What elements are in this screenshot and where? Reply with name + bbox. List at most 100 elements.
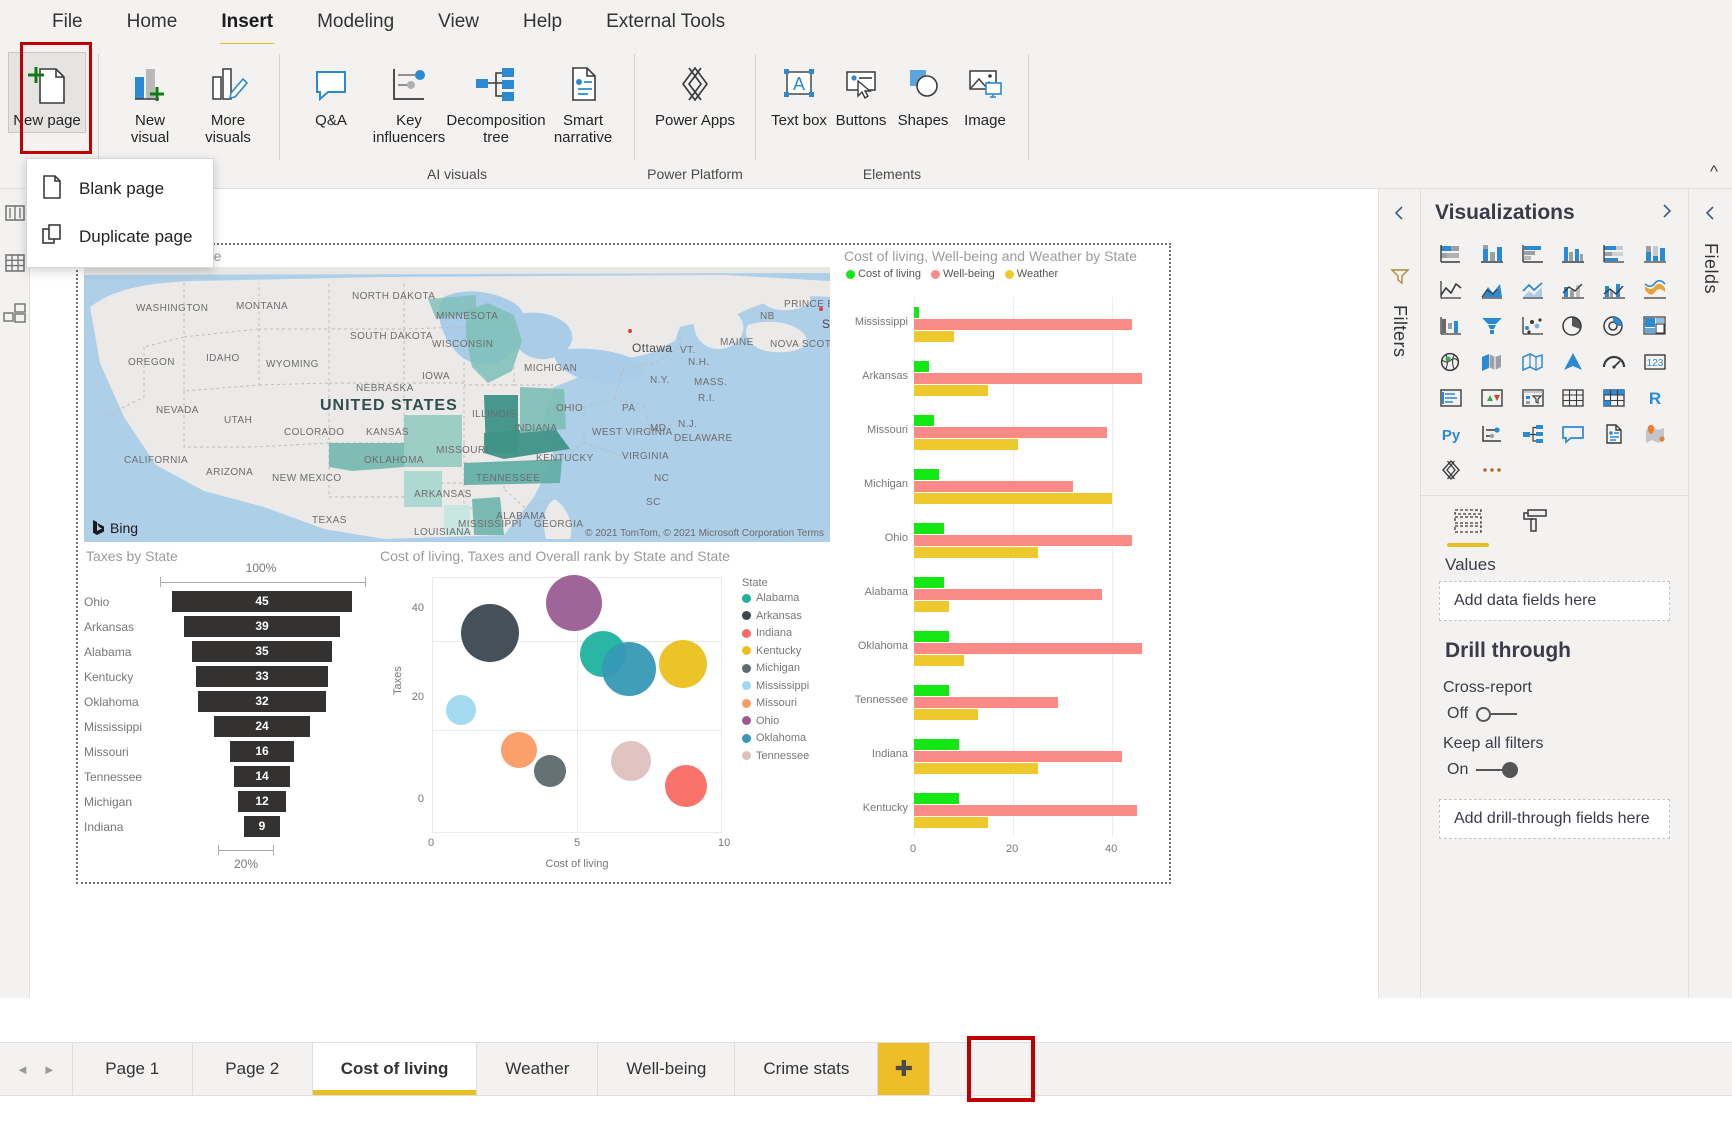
smart-narrative-button[interactable]: Smart narrative (544, 52, 622, 150)
bar-legend-item[interactable]: Weather (1005, 268, 1058, 280)
bar-segment[interactable] (914, 589, 1102, 600)
bar-segment[interactable] (914, 535, 1132, 546)
funnel-bar[interactable]: 14 (234, 766, 290, 788)
ribbon-tab-insert[interactable]: Insert (199, 5, 295, 39)
fields-collapse-icon[interactable] (1703, 205, 1719, 225)
add-page-button[interactable]: ✚ (878, 1043, 930, 1095)
more-options-icon[interactable] (1474, 455, 1510, 485)
page-tab-page-2[interactable]: Page 2 (193, 1043, 313, 1095)
ribbon-collapse-icon[interactable]: ^ (1710, 162, 1718, 182)
bar-segment[interactable] (914, 817, 988, 828)
clustered-bar-chart-icon[interactable] (1515, 239, 1551, 269)
scatter-plot-area[interactable] (432, 577, 722, 832)
treemap-icon[interactable] (1637, 311, 1673, 341)
azure-map-icon[interactable] (1555, 347, 1591, 377)
ribbon-tab-home[interactable]: Home (105, 5, 200, 39)
python-visual-icon[interactable]: Py (1433, 419, 1469, 449)
page-tab-crime-stats[interactable]: Crime stats (735, 1043, 878, 1095)
fields-tab[interactable] (1447, 508, 1489, 547)
bar-segment[interactable] (914, 415, 934, 426)
buttons-button[interactable]: Buttons (830, 52, 892, 133)
bar-segment[interactable] (914, 643, 1142, 654)
funnel-row[interactable]: Missouri16 (80, 739, 370, 764)
fields-pane-collapsed[interactable]: Fields (1688, 189, 1732, 998)
shape-map-icon[interactable] (1515, 347, 1551, 377)
scatter-bubble[interactable] (446, 695, 476, 725)
new-page-button[interactable]: New page (8, 52, 86, 133)
funnel-bar[interactable]: 9 (244, 816, 280, 838)
caret-left-icon[interactable]: ◄ (16, 1062, 29, 1077)
funnel-bar[interactable]: 32 (198, 691, 326, 713)
qna-button[interactable]: Q&A (292, 52, 370, 133)
report-canvas-wrap[interactable]: Cost of living by State (30, 189, 1378, 998)
model-view-icon[interactable] (3, 301, 27, 325)
bar-segment[interactable] (914, 547, 1038, 558)
bar-legend-item[interactable]: Well-being (931, 268, 995, 280)
bar-legend-item[interactable]: Cost of living (846, 268, 921, 280)
bar-segment[interactable] (914, 319, 1132, 330)
bar-segment[interactable] (914, 361, 929, 372)
scatter-legend-item[interactable]: Alabama (742, 592, 834, 604)
scatter-bubble[interactable] (501, 732, 537, 768)
qna-icon[interactable] (1555, 419, 1591, 449)
scatter-bubble[interactable] (461, 604, 519, 662)
ribbon-tab-modeling[interactable]: Modeling (295, 5, 416, 39)
gauge-icon[interactable] (1596, 347, 1632, 377)
stacked-bar-chart-icon[interactable] (1433, 239, 1469, 269)
filters-collapse-icon[interactable] (1392, 205, 1408, 225)
slicer-icon[interactable] (1515, 383, 1551, 413)
funnel-row[interactable]: Kentucky33 (80, 664, 370, 689)
scatter-legend-item[interactable]: Ohio (742, 715, 834, 727)
page-tab-cost-of-living[interactable]: Cost of living (313, 1043, 478, 1095)
scatter-bubble[interactable] (602, 642, 656, 696)
bar-legend[interactable]: Cost of living Well-being Weather (838, 266, 1171, 280)
donut-chart-icon[interactable] (1596, 311, 1632, 341)
bar-segment[interactable] (914, 805, 1137, 816)
scatter-bubble[interactable] (659, 640, 707, 688)
keep-all-filters-toggle[interactable] (1476, 762, 1518, 778)
bar-segment[interactable] (914, 685, 949, 696)
new-visual-button[interactable]: New visual (111, 52, 189, 150)
table-icon[interactable] (1555, 383, 1591, 413)
scatter-legend[interactable]: State AlabamaArkansasIndianaKentuckyMich… (742, 577, 834, 767)
key-influencers-button[interactable]: Key influencers (370, 52, 448, 150)
filled-map-icon[interactable] (1474, 347, 1510, 377)
funnel-bar[interactable]: 12 (238, 791, 286, 813)
bar-segment[interactable] (914, 385, 988, 396)
funnel-chart-icon[interactable] (1474, 311, 1510, 341)
smart-narrative-icon[interactable] (1596, 419, 1632, 449)
bar-plot-area[interactable]: MississippiArkansasMissouriMichiganOhioA… (914, 297, 1162, 837)
keep-all-filters-toggle-row[interactable]: On (1421, 753, 1688, 779)
scatter-bubble[interactable] (534, 755, 566, 787)
matrix-icon[interactable] (1596, 383, 1632, 413)
format-tab[interactable] (1515, 508, 1557, 547)
area-chart-icon[interactable] (1474, 275, 1510, 305)
visualizations-expand-icon[interactable] (1658, 203, 1674, 223)
bar-visual[interactable]: Cost of living, Well-being and Weather b… (838, 245, 1171, 885)
bar-segment[interactable] (914, 307, 919, 318)
scatter-bubble[interactable] (546, 575, 602, 631)
100-stacked-bar-chart-icon[interactable] (1596, 239, 1632, 269)
key-influencers-icon[interactable] (1474, 419, 1510, 449)
map-visual[interactable]: Cost of living by State (80, 245, 830, 543)
funnel-bar[interactable]: 33 (196, 666, 328, 688)
funnel-row[interactable]: Tennessee14 (80, 764, 370, 789)
funnel-row[interactable]: Arkansas39 (80, 614, 370, 639)
scatter-legend-item[interactable]: Oklahoma (742, 732, 834, 744)
pie-chart-icon[interactable] (1555, 311, 1591, 341)
ribbon-tab-file[interactable]: File (30, 5, 105, 39)
funnel-row[interactable]: Ohio45 (80, 589, 370, 614)
scatter-legend-item[interactable]: Arkansas (742, 610, 834, 622)
caret-right-icon[interactable]: ► (43, 1062, 56, 1077)
multi-row-card-icon[interactable] (1433, 383, 1469, 413)
more-visuals-button[interactable]: More visuals (189, 52, 267, 150)
bar-segment[interactable] (914, 373, 1142, 384)
map-icon[interactable] (1433, 347, 1469, 377)
funnel-row[interactable]: Oklahoma32 (80, 689, 370, 714)
line-chart-icon[interactable] (1433, 275, 1469, 305)
bar-segment[interactable] (914, 427, 1107, 438)
bar-segment[interactable] (914, 751, 1122, 762)
funnel-bar[interactable]: 24 (214, 716, 310, 738)
decomposition-tree-button[interactable]: Decomposition tree (448, 52, 544, 150)
report-canvas[interactable]: Cost of living by State (76, 243, 1171, 884)
